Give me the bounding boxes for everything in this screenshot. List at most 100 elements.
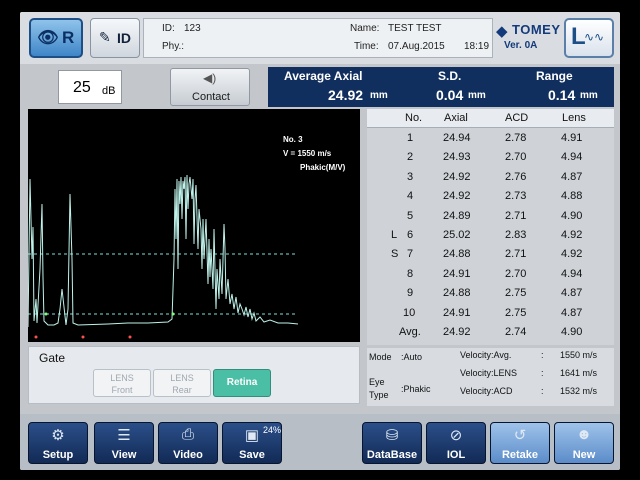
cell-lens: 4.94 — [561, 151, 583, 164]
gate-marker — [171, 312, 175, 316]
gate-marker — [128, 335, 132, 339]
speaker-icon: ◀) — [203, 71, 217, 85]
average-axial-label: Average Axial — [284, 69, 363, 83]
table-row[interactable]: 4 24.92 2.73 4.88 — [367, 188, 614, 207]
printer-icon: ⎙ — [181, 426, 194, 443]
echo-signal — [28, 174, 299, 328]
cell-lens: 4.90 — [561, 326, 583, 338]
eye-type-label2: Type — [369, 390, 389, 400]
eye-side-label: R — [62, 28, 75, 47]
video-button[interactable]: ⎙ Video — [158, 422, 218, 464]
contact-label: Contact — [192, 91, 230, 103]
phy-label: Phy.: — [162, 41, 185, 52]
gate-lens-rear-button[interactable]: LENS Rear — [153, 369, 211, 397]
cell-lens: 4.90 — [561, 209, 583, 222]
top-bar: 👁 R ✎ ID ID: 123 Phy.: Name: TEST TEST T… — [20, 12, 620, 64]
sd-label: S.D. — [438, 69, 462, 83]
gate-lens-rear-line1: LENS — [170, 373, 194, 383]
cell-acd: 2.75 — [505, 287, 527, 300]
cell-acd: 2.78 — [505, 132, 527, 144]
table-row[interactable]: 2 24.93 2.70 4.94 — [367, 149, 614, 168]
id-value: 123 — [184, 23, 201, 34]
gate-retina-button[interactable]: Retina — [213, 369, 271, 397]
brand-logo: ◆ TOMEY Ver. 0A — [496, 20, 560, 56]
table-row[interactable]: 3 24.92 2.76 4.87 — [367, 169, 614, 188]
gate-retina-label: Retina — [226, 377, 258, 388]
device-screen: 👁 R ✎ ID ID: 123 Phy.: Name: TEST TEST T… — [20, 12, 620, 470]
retake-label: Retake — [501, 449, 539, 461]
waveform-icon: ∿∿ — [584, 30, 605, 44]
table-row[interactable]: 10 24.91 2.75 4.87 — [367, 305, 614, 324]
eye-side-button[interactable]: 👁 R — [29, 18, 83, 58]
setup-label: Setup — [42, 449, 74, 461]
cell-acd: 2.76 — [505, 170, 527, 183]
cell-acd: 2.70 — [505, 151, 527, 164]
contact-button[interactable]: ◀) Contact — [170, 68, 250, 106]
gain-value: 25 — [73, 79, 91, 96]
save-button[interactable]: ▣ 24% Save — [222, 422, 282, 464]
range-unit: mm — [580, 90, 598, 101]
cell-axial: 25.02 — [443, 229, 471, 241]
velocity-acd-value: 1532 m/s — [560, 386, 598, 396]
cell-acd: 2.75 — [505, 306, 527, 319]
new-label: New — [572, 449, 596, 461]
cell-axial: 24.93 — [443, 151, 471, 164]
video-label: Video — [173, 449, 203, 461]
retake-button[interactable]: ↺ Retake — [490, 422, 550, 464]
iol-label: IOL — [446, 449, 466, 461]
gate-lens-front-button[interactable]: LENS Front — [93, 369, 151, 397]
sd-unit: mm — [468, 90, 486, 101]
table-row[interactable]: 5 24.89 2.71 4.90 — [367, 208, 614, 227]
cell-axial: 24.92 — [443, 170, 471, 183]
cell-no: 7 — [407, 248, 414, 261]
table-row[interactable]: 9 24.88 2.75 4.87 — [367, 285, 614, 304]
range-label: Range — [536, 69, 573, 83]
gate-lens-rear-line2: Rear — [172, 385, 192, 395]
mode-label: Mode — [369, 352, 392, 362]
lens-mode-button[interactable]: L ∿∿ — [564, 18, 614, 58]
view-button[interactable]: ☰ View — [94, 422, 154, 464]
cell-axial: 24.88 — [443, 248, 471, 261]
col-axial: Axial — [444, 112, 468, 124]
cell-acd: 2.70 — [505, 267, 527, 280]
velocity-avg-value: 1550 m/s — [560, 350, 598, 360]
eye-type-label1: Eye — [369, 377, 385, 387]
cell-axial: 24.89 — [443, 209, 471, 222]
table-row[interactable]: L 6 25.02 2.83 4.92 — [367, 227, 614, 246]
patient-id-button[interactable]: ✎ ID — [90, 18, 140, 58]
cell-no: 2 — [407, 151, 414, 164]
sd-value: 0.04 — [436, 87, 464, 103]
id-label: ID: — [162, 23, 175, 34]
iol-icon: ⊘ — [449, 427, 463, 444]
id-button-label: ID — [117, 30, 131, 46]
setup-icon: ⚙ — [51, 427, 65, 444]
cell-acd: 2.73 — [505, 190, 527, 203]
cell-no: Avg. — [399, 326, 421, 338]
wave-velocity: V = 1550 m/s — [283, 149, 332, 158]
save-label: Save — [239, 449, 265, 461]
eye-type-value: :Phakic — [401, 384, 431, 394]
new-button[interactable]: ☻ New — [554, 422, 614, 464]
gain-control[interactable]: 25 dB — [58, 70, 122, 104]
velocity-lens-label: Velocity:LENS — [460, 368, 518, 378]
view-label: View — [111, 449, 137, 461]
cell-mark: L — [391, 229, 398, 241]
setup-button[interactable]: ⚙ Setup — [28, 422, 88, 464]
table-row[interactable]: 8 24.91 2.70 4.94 — [367, 266, 614, 285]
name-label: Name: — [350, 23, 380, 34]
cell-no: 8 — [407, 267, 414, 280]
a-scan-waveform-panel[interactable]: No. 3 V = 1550 m/s Phakic(M/V) — [28, 109, 360, 342]
gate-title: Gate — [39, 351, 66, 365]
table-row[interactable]: S 7 24.88 2.71 4.92 — [367, 246, 614, 265]
table-row[interactable]: 1 24.94 2.78 4.91 — [367, 130, 614, 149]
cell-no: 4 — [407, 190, 414, 203]
gate-lens-front-line2: Front — [111, 385, 133, 395]
tomey-logo-icon: ◆ — [496, 23, 508, 40]
cell-no: 10 — [403, 306, 416, 319]
database-button[interactable]: ⛁ DataBase — [362, 422, 422, 464]
average-axial-unit: mm — [370, 90, 388, 101]
iol-button[interactable]: ⊘ IOL — [426, 422, 486, 464]
new-patient-icon: ☻ — [576, 426, 592, 443]
table-row[interactable]: Avg. 24.92 2.74 4.90 — [367, 324, 614, 343]
col-acd: ACD — [505, 112, 529, 124]
